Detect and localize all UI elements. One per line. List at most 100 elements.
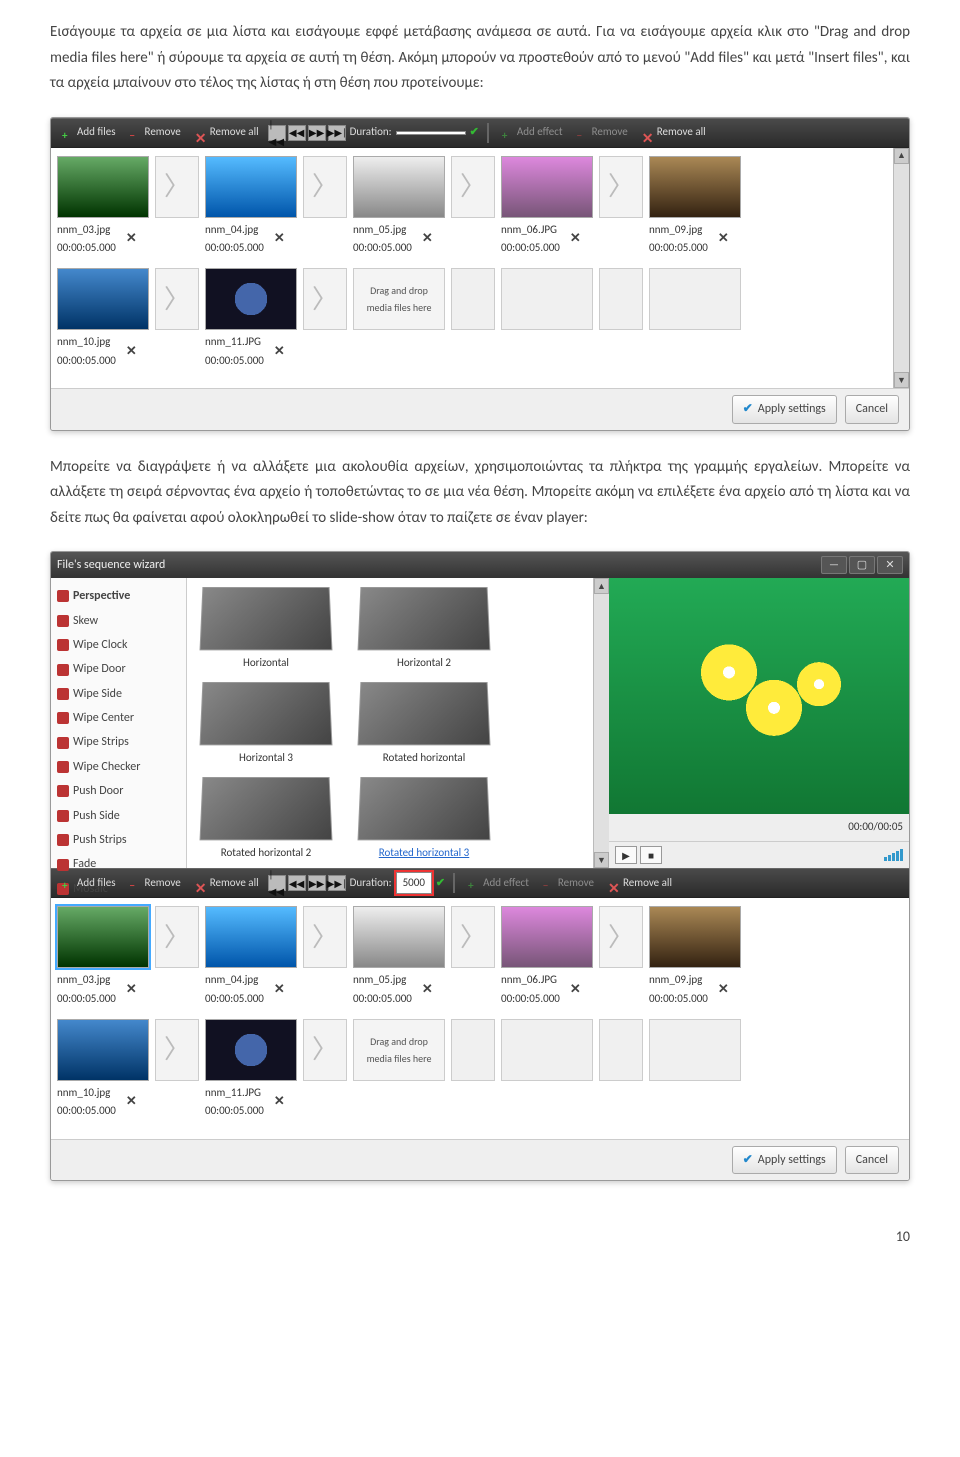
effect-thumbnail[interactable]: Horizontal 2 <box>349 586 499 673</box>
file-item[interactable]: nnm_03.jpg00:00:05.000✕ <box>57 906 149 1008</box>
file-item[interactable]: nnm_05.jpg00:00:05.000✕ <box>353 906 445 1008</box>
remove-file-icon[interactable]: ✕ <box>566 979 585 1001</box>
effect-category-item[interactable]: Wipe Center <box>55 706 182 730</box>
remove-button[interactable]: −Remove <box>125 121 186 144</box>
transition-slot[interactable] <box>451 1019 495 1081</box>
transition-slot[interactable]: 〉 <box>155 156 199 218</box>
nav-first-icon[interactable]: |◀◀ <box>268 125 286 141</box>
nav-next-icon[interactable]: ▶▶ <box>308 125 326 141</box>
remove-file-icon[interactable]: ✕ <box>418 228 437 250</box>
remove-button[interactable]: −Remove <box>125 872 186 895</box>
nav-prev-icon[interactable]: ◀◀ <box>288 875 306 891</box>
add-effect-button[interactable]: +Add effect <box>463 872 534 895</box>
effect-category-item[interactable]: Perspective <box>55 584 182 608</box>
transition-slot[interactable] <box>451 268 495 330</box>
apply-settings-button[interactable]: ✔Apply settings <box>732 395 837 423</box>
transition-slot[interactable]: 〉 <box>155 906 199 968</box>
remove-all-button[interactable]: ✕Remove all <box>190 872 264 895</box>
scroll-up-icon[interactable]: ▲ <box>594 578 609 594</box>
effect-remove-button[interactable]: −Remove <box>538 872 599 895</box>
drop-zone[interactable]: Drag and drop media files here <box>353 1019 445 1081</box>
add-files-button[interactable]: +Add files <box>57 121 121 144</box>
add-files-button[interactable]: +Add files <box>57 872 121 895</box>
duration-input[interactable]: 5000 <box>396 872 432 895</box>
file-item[interactable]: nnm_10.jpg00:00:05.000✕ <box>57 1019 149 1121</box>
effect-category-item[interactable]: Skew <box>55 609 182 633</box>
remove-file-icon[interactable]: ✕ <box>270 979 289 1001</box>
effect-thumbnail[interactable]: Horizontal <box>191 586 341 673</box>
nav-prev-icon[interactable]: ◀◀ <box>288 125 306 141</box>
effect-category-item[interactable]: Push Door <box>55 779 182 803</box>
duration-input[interactable] <box>396 131 466 135</box>
nav-next-icon[interactable]: ▶▶ <box>308 875 326 891</box>
close-button[interactable]: ✕ <box>877 556 903 574</box>
volume-icon[interactable] <box>884 849 903 861</box>
effect-thumbnail[interactable]: Rotated horizontal 2 <box>191 776 341 863</box>
effect-remove-all-button[interactable]: ✕Remove all <box>603 872 677 895</box>
file-item[interactable]: nnm_10.jpg00:00:05.000✕ <box>57 268 149 370</box>
transition-slot[interactable]: 〉 <box>155 268 199 330</box>
apply-duration-icon[interactable]: ✔ <box>436 874 445 893</box>
file-item[interactable]: nnm_05.jpg00:00:05.000✕ <box>353 156 445 258</box>
remove-file-icon[interactable]: ✕ <box>714 979 733 1001</box>
transition-slot[interactable]: 〉 <box>599 156 643 218</box>
nav-last-icon[interactable]: ▶▶| <box>328 875 346 891</box>
minimize-button[interactable]: — <box>821 556 847 574</box>
scroll-up-icon[interactable]: ▲ <box>894 148 909 164</box>
apply-duration-icon[interactable]: ✔ <box>470 123 479 142</box>
file-item[interactable]: nnm_04.jpg00:00:05.000✕ <box>205 906 297 1008</box>
file-item[interactable]: nnm_06.JPG00:00:05.000✕ <box>501 156 593 258</box>
remove-file-icon[interactable]: ✕ <box>418 979 437 1001</box>
maximize-button[interactable]: ▢ <box>849 556 875 574</box>
file-item[interactable]: nnm_11.JPG00:00:05.000✕ <box>205 268 297 370</box>
effect-category-item[interactable]: Push Side <box>55 804 182 828</box>
file-item[interactable]: nnm_04.jpg00:00:05.000✕ <box>205 156 297 258</box>
transition-slot[interactable] <box>599 1019 643 1081</box>
remove-file-icon[interactable]: ✕ <box>122 341 141 363</box>
scroll-down-icon[interactable]: ▼ <box>594 852 609 868</box>
effect-category-item[interactable]: Wipe Checker <box>55 755 182 779</box>
effect-category-item[interactable]: Wipe Door <box>55 657 182 681</box>
file-item[interactable]: nnm_09.jpg00:00:05.000✕ <box>649 906 741 1008</box>
scrollbar[interactable]: ▲ ▼ <box>893 148 909 389</box>
file-item[interactable]: nnm_03.jpg00:00:05.000✕ <box>57 156 149 258</box>
scroll-down-icon[interactable]: ▼ <box>894 372 909 388</box>
cancel-button[interactable]: Cancel <box>845 395 899 423</box>
effect-thumbnail[interactable]: Horizontal 3 <box>191 681 341 768</box>
nav-last-icon[interactable]: ▶▶| <box>328 125 346 141</box>
remove-file-icon[interactable]: ✕ <box>566 228 585 250</box>
scrollbar[interactable]: ▲ ▼ <box>593 578 609 868</box>
remove-file-icon[interactable]: ✕ <box>122 979 141 1001</box>
add-effect-button[interactable]: +Add effect <box>497 121 568 144</box>
effect-remove-button[interactable]: −Remove <box>572 121 633 144</box>
apply-settings-button[interactable]: ✔Apply settings <box>732 1146 837 1174</box>
remove-file-icon[interactable]: ✕ <box>270 1091 289 1113</box>
remove-all-button[interactable]: ✕Remove all <box>190 121 264 144</box>
transition-slot[interactable]: 〉 <box>303 906 347 968</box>
nav-first-icon[interactable]: |◀◀ <box>268 875 286 891</box>
effect-category-item[interactable]: Wipe Strips <box>55 730 182 754</box>
transition-slot[interactable]: 〉 <box>599 906 643 968</box>
remove-file-icon[interactable]: ✕ <box>270 341 289 363</box>
effect-remove-all-button[interactable]: ✕Remove all <box>637 121 711 144</box>
effect-thumbnail[interactable]: Rotated horizontal <box>349 681 499 768</box>
effect-category-item[interactable]: Wipe Side <box>55 682 182 706</box>
file-item[interactable]: nnm_11.JPG00:00:05.000✕ <box>205 1019 297 1121</box>
drop-zone[interactable]: Drag and drop media files here <box>353 268 445 330</box>
play-button[interactable]: ▶ <box>615 846 637 864</box>
effect-thumbnail[interactable]: Rotated horizontal 3 <box>349 776 499 863</box>
remove-file-icon[interactable]: ✕ <box>122 1091 141 1113</box>
remove-file-icon[interactable]: ✕ <box>270 228 289 250</box>
file-item[interactable]: nnm_06.JPG00:00:05.000✕ <box>501 906 593 1008</box>
file-item[interactable]: nnm_09.jpg00:00:05.000✕ <box>649 156 741 258</box>
transition-slot[interactable]: 〉 <box>155 1019 199 1081</box>
transition-slot[interactable]: 〉 <box>451 906 495 968</box>
transition-slot[interactable] <box>599 268 643 330</box>
transition-slot[interactable]: 〉 <box>303 268 347 330</box>
remove-file-icon[interactable]: ✕ <box>714 228 733 250</box>
effect-category-item[interactable]: Push Strips <box>55 828 182 852</box>
stop-button[interactable]: ■ <box>640 846 662 864</box>
remove-file-icon[interactable]: ✕ <box>122 228 141 250</box>
transition-slot[interactable]: 〉 <box>303 156 347 218</box>
transition-slot[interactable]: 〉 <box>303 1019 347 1081</box>
